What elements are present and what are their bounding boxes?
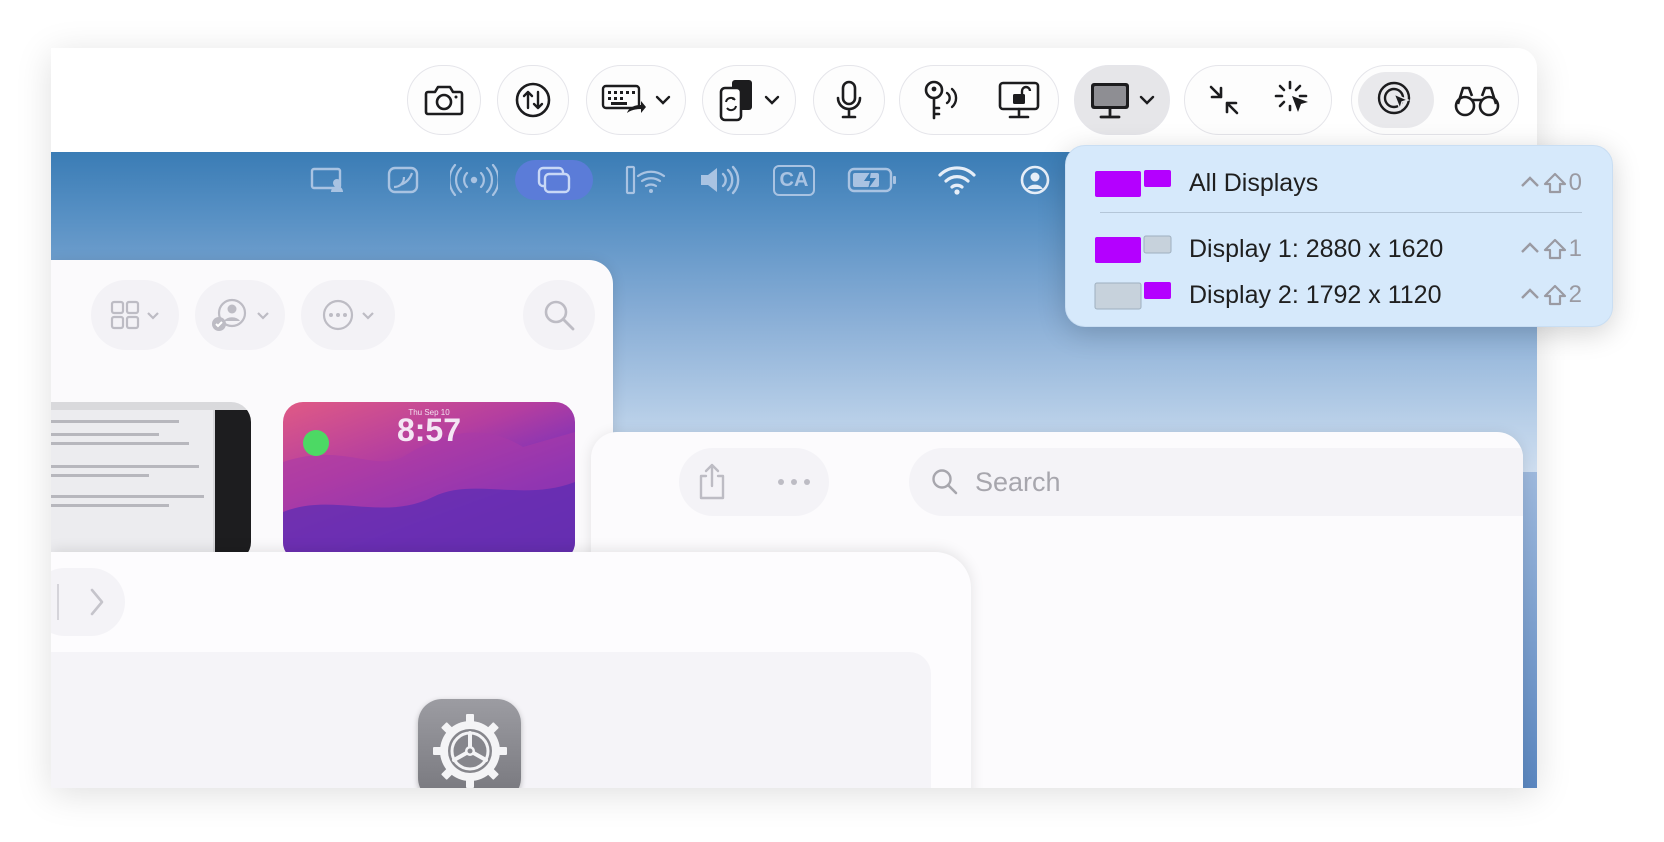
- binoculars-icon: [1454, 82, 1500, 118]
- iphone-lockscreen-thumbnail[interactable]: Thu Sep 10 8:57: [283, 402, 575, 562]
- chevron-down-icon: [146, 311, 160, 320]
- input-source-label: CA: [772, 164, 816, 196]
- device-rotate-icon: [718, 78, 756, 122]
- chevron-down-icon: [256, 311, 270, 320]
- system-settings-app-icon[interactable]: [418, 699, 521, 788]
- arrows-up-down-icon: [514, 81, 552, 119]
- control-key-icon: [1520, 288, 1539, 299]
- control-key-icon: [1520, 242, 1539, 253]
- microphone-button[interactable]: [813, 65, 885, 135]
- gallery-search-button[interactable]: [523, 280, 595, 350]
- menubar-stage-icon[interactable]: [381, 160, 425, 200]
- menubar-screen-share-icon[interactable]: [306, 160, 350, 200]
- menu-item-display-2[interactable]: Display 2: 1792 x 1120 2: [1066, 272, 1612, 318]
- grid-icon: [110, 300, 140, 330]
- arrows-collapse-icon: [1207, 83, 1241, 117]
- transfer-button[interactable]: [497, 65, 569, 135]
- pointer-button-group: [1184, 65, 1332, 135]
- all-displays-swatch-icon: [1095, 170, 1171, 197]
- shift-key-icon: [1543, 172, 1566, 194]
- display-2-swatch-icon: [1094, 282, 1171, 310]
- menu-item-display-1[interactable]: Display 1: 2880 x 1620 1: [1066, 226, 1612, 272]
- share-more-group: [679, 448, 829, 516]
- biometric-key-button[interactable]: [906, 72, 976, 128]
- chevron-down-icon: [1139, 95, 1155, 105]
- menu-item-all-displays[interactable]: All Displays 0: [1066, 160, 1612, 206]
- menu-item-label: Display 2: 1792 x 1120: [1189, 280, 1442, 309]
- touch-pointer-button[interactable]: [1358, 72, 1434, 128]
- shortcut-hint: 0: [1519, 169, 1582, 197]
- display-select-menu: All Displays 0 Display 1: 2880 x 1620 1 …: [1065, 145, 1613, 327]
- display-1-swatch-icon: [1095, 235, 1172, 263]
- shortcut-hint: 1: [1519, 235, 1582, 263]
- shortcut-key: 1: [1568, 235, 1582, 262]
- chevron-right-icon[interactable]: [89, 587, 105, 617]
- display-unlock-icon: [997, 80, 1041, 120]
- menubar-volume-icon[interactable]: [694, 160, 744, 200]
- camera-icon: [424, 83, 464, 117]
- menubar-battery-icon[interactable]: [844, 160, 902, 200]
- search-field[interactable]: [909, 448, 1523, 516]
- ellipsis-circle-icon: [321, 298, 355, 332]
- chevron-down-icon: [655, 95, 671, 105]
- lockscreen-time: 8:57: [396, 412, 462, 448]
- control-key-icon: [1520, 176, 1539, 187]
- collapse-button[interactable]: [1191, 72, 1257, 128]
- ellipsis-icon[interactable]: [777, 478, 811, 486]
- screenshot-button[interactable]: [407, 65, 481, 135]
- keyboard-send-icon: [601, 83, 647, 117]
- chevron-down-icon: [764, 95, 780, 105]
- menu-separator: [1100, 212, 1582, 213]
- chevron-down-icon: [361, 311, 375, 320]
- terminal-window-thumbnail[interactable]: [51, 402, 251, 562]
- more-options-button[interactable]: [301, 280, 395, 350]
- menubar-network-icon[interactable]: [621, 160, 669, 200]
- menubar-user-icon[interactable]: [1011, 160, 1059, 200]
- keyboard-menu-button[interactable]: [586, 65, 686, 135]
- rotate-device-menu-button[interactable]: [702, 65, 796, 135]
- auth-button-group: [899, 65, 1059, 135]
- cursor-click-icon: [1274, 80, 1314, 120]
- touch-target-icon: [1376, 80, 1416, 120]
- thumbnail-text-pane: [51, 410, 213, 562]
- inspect-button[interactable]: [1440, 72, 1514, 128]
- toolbar: [51, 48, 1537, 152]
- click-pointer-button[interactable]: [1261, 72, 1327, 128]
- gear-icon: [429, 710, 511, 789]
- menubar-windows-icon[interactable]: [515, 160, 593, 200]
- grid-view-button[interactable]: [91, 280, 179, 350]
- menu-item-label: Display 1: 2880 x 1620: [1189, 234, 1444, 263]
- menubar-keyboard-input-icon[interactable]: CA: [767, 160, 821, 200]
- menu-item-label: All Displays: [1189, 168, 1319, 197]
- touch-button-group: [1351, 65, 1519, 135]
- user-checkmark-icon: [210, 297, 250, 333]
- shift-key-icon: [1543, 238, 1566, 260]
- user-check-button[interactable]: [195, 280, 285, 350]
- nav-divider: [57, 584, 59, 620]
- shortcut-key: 0: [1568, 169, 1582, 196]
- key-signal-icon: [919, 78, 963, 122]
- desktop-edge: [1523, 472, 1537, 788]
- menubar-wifi-icon[interactable]: [933, 160, 981, 200]
- nav-forward-group: [51, 568, 125, 636]
- search-icon: [931, 468, 959, 496]
- display-select-menu-button[interactable]: [1074, 65, 1170, 135]
- menubar-airdrop-icon[interactable]: [446, 160, 502, 200]
- monitor-icon: [1089, 81, 1131, 119]
- shortcut-hint: 2: [1519, 281, 1582, 309]
- remote-display-lock-button[interactable]: [984, 72, 1054, 128]
- microphone-icon: [834, 80, 864, 120]
- thumbnail-terminal-pane: [215, 410, 251, 562]
- settings-window: [51, 552, 971, 788]
- search-input[interactable]: [973, 465, 1497, 499]
- shortcut-key: 2: [1568, 281, 1582, 308]
- share-icon[interactable]: [697, 462, 727, 502]
- search-icon: [542, 298, 576, 332]
- shift-key-icon: [1543, 284, 1566, 306]
